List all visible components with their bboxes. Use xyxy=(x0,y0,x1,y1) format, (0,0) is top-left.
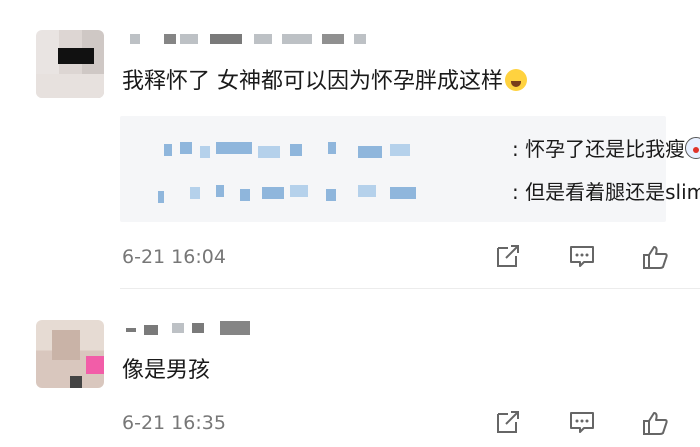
reply-username-redacted[interactable] xyxy=(150,185,506,203)
reply-text: : 怀孕了还是比我瘦 xyxy=(512,134,700,164)
comment-button[interactable] xyxy=(568,244,596,270)
like-button[interactable] xyxy=(641,410,669,436)
comment-text: 我释怀了 女神都可以因为怀孕胖成这样 xyxy=(122,67,527,97)
thumbs-up-icon xyxy=(643,246,668,269)
thumbs-up-icon xyxy=(643,412,668,435)
comment-item: 像是男孩 6-21 16:35 xyxy=(0,289,700,447)
share-icon xyxy=(497,245,519,267)
reply-username-redacted[interactable] xyxy=(150,142,506,158)
share-icon xyxy=(497,411,519,433)
share-button[interactable] xyxy=(494,244,522,270)
username-redacted[interactable] xyxy=(122,30,382,48)
comment-icon xyxy=(570,246,594,267)
reply-thread[interactable]: : 怀孕了还是比我瘦 : 但是看着腿还是slim xyxy=(120,116,700,222)
reply-item[interactable]: : 但是看着腿还是slim xyxy=(120,177,700,207)
avatar[interactable] xyxy=(36,30,104,98)
timestamp: 6-21 16:35 xyxy=(122,412,226,434)
dizzy-face-emoji-icon xyxy=(685,137,700,159)
comment-button[interactable] xyxy=(568,410,596,436)
comment-text: 像是男孩 xyxy=(122,358,211,383)
comment-item: 我释怀了 女神都可以因为怀孕胖成这样 : 怀孕了还是比我瘦: 但是看着腿还是s… xyxy=(0,0,700,288)
comment-meta: 6-21 16:04 xyxy=(0,242,700,272)
username-redacted[interactable] xyxy=(122,319,252,337)
share-button[interactable] xyxy=(494,410,522,436)
avatar[interactable] xyxy=(36,320,104,388)
timestamp: 6-21 16:04 xyxy=(122,246,226,268)
reply-text: : 但是看着腿还是slim xyxy=(512,180,700,204)
comment-icon xyxy=(570,412,594,433)
comment-meta: 6-21 16:35 xyxy=(0,408,700,438)
like-button[interactable] xyxy=(641,244,669,270)
crying-laughing-emoji-icon xyxy=(505,69,527,91)
reply-item[interactable]: : 怀孕了还是比我瘦 xyxy=(120,134,700,164)
